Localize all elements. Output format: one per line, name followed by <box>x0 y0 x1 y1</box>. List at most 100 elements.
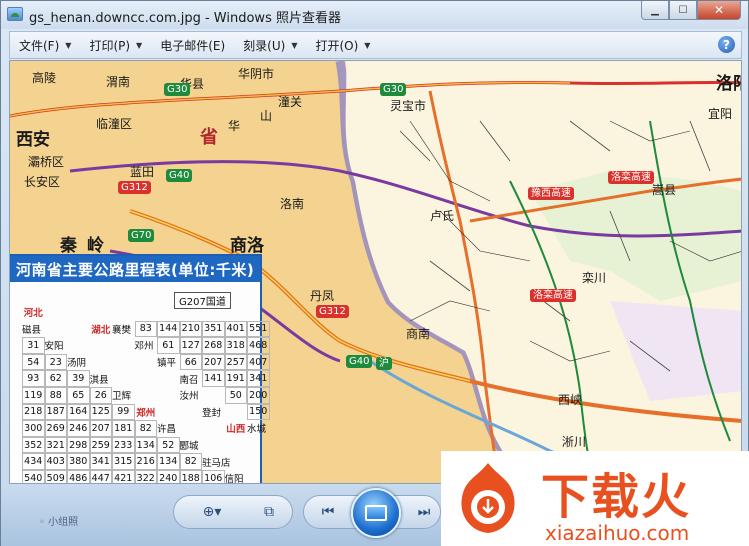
mileage-cell <box>225 404 248 421</box>
mileage-cell <box>112 354 135 371</box>
mileage-cell: 26 <box>89 386 112 404</box>
mileage-cell: 188 <box>179 469 202 483</box>
map-label-lushi: 卢氏 <box>430 209 455 223</box>
map-label-hua: 华 <box>228 119 241 133</box>
mileage-cell: 驻马店 <box>202 457 231 469</box>
mileage-cell <box>202 437 225 454</box>
chevron-down-icon: ▼ <box>364 40 371 50</box>
mileage-cell: 207 <box>89 420 112 437</box>
slideshow-button[interactable] <box>351 488 401 538</box>
mileage-cell <box>180 420 203 437</box>
mileage-cell <box>67 321 90 338</box>
next-icon[interactable]: ⏭ <box>411 501 437 523</box>
map-label-luonan: 洛南 <box>280 197 305 211</box>
previous-icon[interactable]: ⏮ <box>315 501 341 523</box>
mileage-cell: 447 <box>89 469 112 483</box>
mileage-cell <box>180 304 203 321</box>
window-controls: ▁ ☐ ✕ <box>641 1 741 21</box>
mileage-cell: 322 <box>134 469 157 483</box>
help-icon[interactable]: ? <box>718 36 735 53</box>
mileage-cell: 邓州 <box>134 341 154 353</box>
mileage-cell <box>180 404 203 421</box>
mileage-cell: 403 <box>44 453 67 470</box>
photo-viewer-app-icon <box>7 7 23 21</box>
mileage-row: 磁县 湖北 襄樊 83 144 210 351 401 551 <box>22 320 270 338</box>
mileage-cell: 240 <box>157 469 180 483</box>
map-label-xixia: 西峡 <box>558 393 583 407</box>
mileage-cell: 300 <box>22 420 45 437</box>
mileage-row: 河北 <box>22 304 270 321</box>
mileage-table-panel: 河南省主要公路里程表(单位:千米) G207国道 河北 磁县 湖北 襄樊 83 144 21… <box>10 254 270 483</box>
mileage-cell <box>157 370 180 387</box>
menu-burn[interactable]: 刻录(U) ▼ <box>234 34 306 56</box>
mileage-cell: 351 <box>202 320 225 338</box>
menu-file[interactable]: 文件(F) ▼ <box>10 34 80 56</box>
mileage-cell: 164 <box>67 403 90 421</box>
mileage-cell <box>90 304 113 321</box>
mileage-cell <box>45 304 68 321</box>
chevron-down-icon: ▼ <box>136 40 143 50</box>
menu-open[interactable]: 打开(O) ▼ <box>306 34 379 56</box>
mileage-cell: 襄樊 <box>112 324 132 336</box>
map-label-shangluo: 商洛 <box>230 236 264 256</box>
map-label-shan: 山 <box>260 109 273 123</box>
mileage-cell: 127 <box>179 337 202 354</box>
menu-open-label: 打开(O) <box>315 38 359 53</box>
mileage-cell: 水城 <box>247 424 267 436</box>
image-viewport[interactable]: 西安 高陵 渭南 华县 华阴市 临潼区 灞桥区 长安区 蓝田 秦岭 省 华 山 … <box>9 60 742 484</box>
mileage-cell: 401 <box>224 320 247 338</box>
mileage-cell: 352 <box>22 436 45 454</box>
map-label-changan: 长安区 <box>24 175 61 189</box>
close-button[interactable]: ✕ <box>697 1 741 20</box>
map-label-lantian: 蓝田 <box>130 165 155 179</box>
zoom-in-icon[interactable]: ⊕▾ <box>197 501 227 523</box>
mileage-cell: 镇平 <box>157 358 177 370</box>
minimize-button[interactable]: ▁ <box>641 1 669 20</box>
photo-viewer-window: gs_henan.downcc.com.jpg - Windows 照片查看器 … <box>0 0 749 546</box>
mileage-cell: 郑州 <box>136 407 156 419</box>
actual-size-icon[interactable]: ⧉ <box>255 501 283 523</box>
mileage-cell: 134 <box>157 453 180 470</box>
mileage-cell: 82 <box>179 453 202 470</box>
mileage-cell: 54 <box>22 353 45 371</box>
road-shield-g312: G312 <box>118 181 151 194</box>
maximize-button[interactable]: ☐ <box>669 1 697 20</box>
mileage-cell: 141 <box>202 370 225 387</box>
mileage-cell <box>225 304 248 321</box>
menu-email[interactable]: 电子邮件(E) <box>151 34 234 56</box>
title-bar[interactable]: gs_henan.downcc.com.jpg - Windows 照片查看器 … <box>1 1 748 29</box>
mileage-cell <box>157 304 180 321</box>
mileage-cell <box>157 387 180 404</box>
mileage-row: 218 187 164 125 99 郑州 登封 150 <box>22 403 270 421</box>
mileage-cell: 216 <box>134 453 157 470</box>
mileage-cell <box>247 437 270 454</box>
mileage-cell <box>135 304 158 321</box>
mileage-cell: 南召 <box>179 374 199 386</box>
road-shield-g30: G30 <box>380 83 407 96</box>
map-label-huayin: 华阴市 <box>238 67 275 81</box>
mileage-cell: 39 <box>67 370 90 387</box>
menu-print[interactable]: 打印(P) ▼ <box>80 34 151 56</box>
mileage-cell: 125 <box>89 403 112 421</box>
mileage-row: 54 23 汤阴 镇平 66 207 257 407 <box>22 353 270 371</box>
mileage-cell: 119 <box>22 386 45 404</box>
map-label-baqiao: 灞桥区 <box>28 155 65 169</box>
mileage-cell <box>135 370 158 387</box>
mileage-cell: 61 <box>157 337 180 354</box>
mileage-cell <box>45 321 68 338</box>
map-label-yiyang: 宜阳 <box>708 107 733 121</box>
mileage-cell <box>157 404 180 421</box>
map-label-qinling: 秦岭 <box>60 236 114 256</box>
map-label-luanchuan: 栾川 <box>582 271 607 285</box>
mileage-cell <box>112 304 135 321</box>
mileage-cell: 50 <box>224 386 247 404</box>
chevron-down-icon: ▼ <box>65 40 72 50</box>
mileage-cell: 540 <box>22 469 45 483</box>
toolbar-left-text: ◦ 小组照 <box>39 517 79 528</box>
mileage-cell <box>247 453 270 470</box>
mileage-cell <box>225 453 248 470</box>
mileage-cell <box>202 304 225 321</box>
map-label-xian: 西安 <box>16 130 50 150</box>
mileage-cell: 551 <box>247 320 270 338</box>
map-label-lintong: 临潼区 <box>96 117 133 131</box>
